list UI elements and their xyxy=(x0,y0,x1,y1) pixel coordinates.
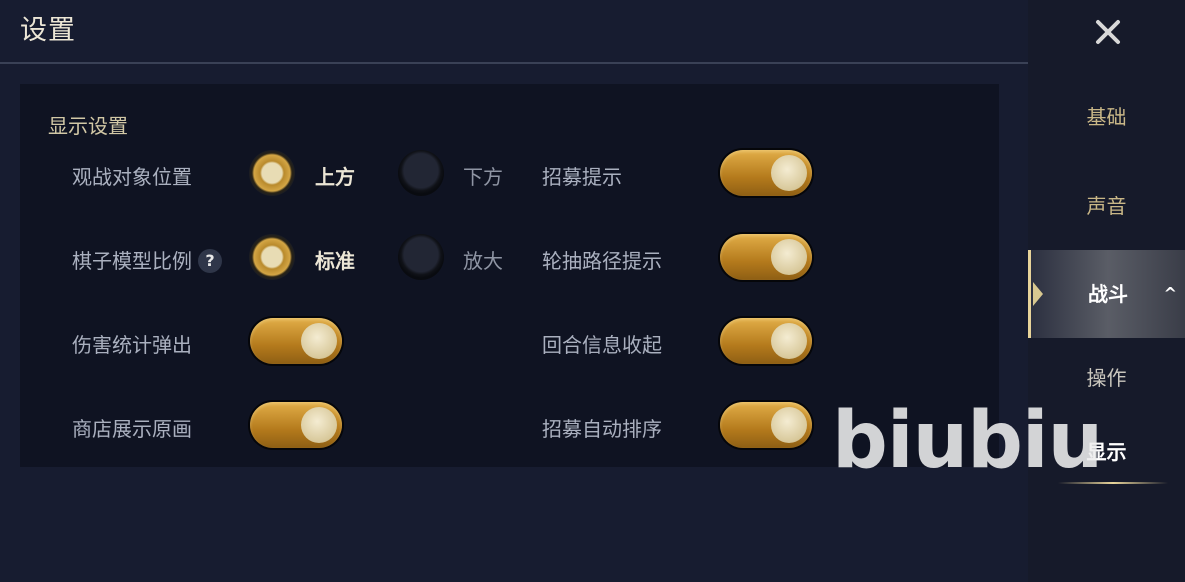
round-info-label: 回合信息收起 xyxy=(542,333,662,357)
sidebar-item-sound[interactable]: 声音 xyxy=(1028,181,1185,231)
auto-sort-label: 招募自动排序 xyxy=(542,417,662,441)
radio-bottom[interactable] xyxy=(398,150,444,196)
recruit-hint-label: 招募提示 xyxy=(542,165,622,189)
settings-main: 设置 显示设置 观战对象位置 上方 下方 棋子模型比例? 标准 放大 伤害统计弹… xyxy=(0,0,1028,582)
auto-sort-toggle[interactable] xyxy=(720,402,812,448)
toggle-knob xyxy=(771,323,807,359)
settings-sidebar: 基础 声音 战斗 ^ 操作 显示 xyxy=(1028,0,1185,582)
chevron-up-icon: ^ xyxy=(1163,284,1177,303)
damage-stats-label: 伤害统计弹出 xyxy=(72,333,192,357)
radio-enlarge[interactable] xyxy=(398,234,444,280)
page-title: 设置 xyxy=(20,15,76,46)
option-bottom-label[interactable]: 下方 xyxy=(463,161,503,190)
close-icon[interactable] xyxy=(1088,12,1128,52)
help-icon[interactable]: ? xyxy=(198,249,222,273)
section-title: 显示设置 xyxy=(48,114,128,138)
toggle-knob xyxy=(301,323,337,359)
toggle-knob xyxy=(771,239,807,275)
shop-art-toggle[interactable] xyxy=(250,402,342,448)
sidebar-item-combat-label: 战斗 xyxy=(1088,282,1128,306)
option-enlarge-label[interactable]: 放大 xyxy=(463,245,503,274)
sidebar-item-combat[interactable]: 战斗 ^ xyxy=(1028,250,1185,338)
draft-path-label: 轮抽路径提示 xyxy=(542,249,662,273)
damage-stats-toggle[interactable] xyxy=(250,318,342,364)
shop-art-label: 商店展示原画 xyxy=(72,417,192,441)
option-top-label[interactable]: 上方 xyxy=(315,161,355,190)
round-info-toggle[interactable] xyxy=(720,318,812,364)
radio-standard[interactable] xyxy=(249,234,295,280)
title-divider xyxy=(0,62,1028,64)
watermark-logo: biubiu xyxy=(832,396,1103,486)
sidebar-sub-operation[interactable]: 操作 xyxy=(1028,362,1185,391)
model-scale-label: 棋子模型比例? xyxy=(72,245,222,274)
sidebar-item-basic[interactable]: 基础 xyxy=(1028,92,1185,142)
recruit-hint-toggle[interactable] xyxy=(720,150,812,196)
toggle-knob xyxy=(771,407,807,443)
model-scale-text: 棋子模型比例 xyxy=(72,249,192,273)
draft-path-toggle[interactable] xyxy=(720,234,812,280)
toggle-knob xyxy=(301,407,337,443)
toggle-knob xyxy=(771,155,807,191)
radio-top[interactable] xyxy=(249,150,295,196)
spectate-position-label: 观战对象位置 xyxy=(72,165,192,189)
option-standard-label[interactable]: 标准 xyxy=(315,245,355,274)
active-arrow-icon xyxy=(1033,282,1043,306)
